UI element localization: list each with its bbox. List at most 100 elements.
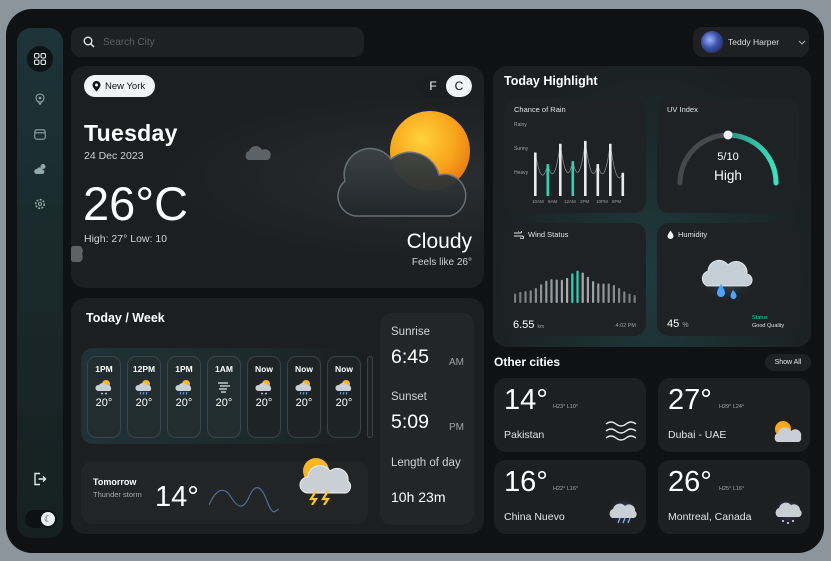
sidebar-item-calendar[interactable] [27,121,53,147]
rain-time-label: 12AM [564,199,576,204]
hour-card[interactable]: Now 20° [287,356,321,438]
water-drop-icon [667,230,674,239]
city-card-montreal[interactable]: 26° H25° L16° Montreal, Canada [658,460,810,534]
tomorrow-condition: Thunder storm [93,490,142,499]
hour-temp: 20° [175,397,193,409]
city-hilo: H23° L10° [553,404,579,410]
forecast-card: Today / Week 1PM 20° 12PM 20° 1PM 20° 1AM 20° No… [71,298,484,534]
hour-label: Now [335,364,353,374]
sidebar-item-weather[interactable] [27,156,53,182]
unit-fahrenheit[interactable]: F [420,75,446,97]
rain-bar [584,140,587,196]
hour-card-overflow[interactable] [367,356,373,438]
wind-bar [586,276,589,303]
sunset-ampm: PM [449,422,464,433]
humidity-status-label: Status [752,315,768,321]
city-card-dubai[interactable]: 27° H29° L24° Dubai - UAE [658,378,810,452]
uv-gauge-knob [723,130,733,140]
wind-bar [560,279,563,303]
city-name: Dubai - UAE [668,429,727,441]
user-menu[interactable]: Teddy Harper [693,27,809,57]
wind-status-header: Wind Status [514,230,568,239]
unit-toggle[interactable]: F C [420,75,472,97]
sunrise-ampm: AM [449,357,464,368]
current-date: 24 Dec 2023 [84,150,144,162]
city-name: Pakistan [504,429,545,441]
rain-bar [571,161,575,196]
hour-card[interactable]: Now 20° [247,356,281,438]
tomorrow-label: Tomorrow [93,477,137,487]
theme-toggle[interactable]: ☾ [25,510,57,528]
temperature-trend-line [209,487,279,513]
snow-cloud-icon [95,379,113,395]
rain-cloud-icon [135,379,153,395]
hour-card[interactable]: 1PM 20° [87,356,121,438]
day-name: Tuesday [84,120,178,146]
wind-bar [540,284,543,303]
city-hilo: H25° L16° [719,486,745,492]
sidebar-item-settings[interactable] [27,191,53,217]
location-icon [35,93,45,105]
location-chip[interactable]: New York [84,75,156,97]
current-temperature: 26°C [83,177,189,230]
small-cloud-icon [245,146,271,160]
hour-card[interactable]: 1AM 20° [207,356,241,438]
tomorrow-card[interactable]: Tomorrow Thunder storm 14° [81,458,368,524]
rain-time-label: 2PM [580,199,590,204]
hour-temp: 20° [135,397,153,409]
wind-unit: km [537,324,545,330]
hour-temp: 20° [255,397,273,409]
wind-bar [581,272,584,303]
wind-bar [633,294,636,303]
search-bar[interactable] [71,27,364,57]
wind-bar [607,283,610,303]
rain-bar [534,152,537,196]
city-temp: 16° [504,466,548,498]
logout-button[interactable] [27,466,53,492]
settings-icon [34,198,46,210]
daylength-value: 10h 23m [391,489,446,505]
rain-time-label: 10PM [596,199,608,204]
uv-level: High [714,168,742,183]
wind-bar [566,277,569,303]
forecast-title[interactable]: Today / Week [86,311,165,325]
city-name: China Nuevo [504,511,565,523]
hour-temp: 20° [95,397,113,409]
hour-card[interactable]: Now 20° [327,356,361,438]
moon-icon: ☾ [41,512,55,526]
uv-value: 5/10 [717,151,739,163]
show-all-button[interactable]: Show All [765,354,811,371]
rain-bar [621,172,625,196]
chevron-down-icon [798,40,806,45]
hour-card[interactable]: 1PM 20° [167,356,201,438]
wind-bar [519,291,522,303]
rain-bar [596,164,600,196]
wind-icon [216,379,232,395]
wind-bar [514,293,517,303]
hourly-strip: 1PM 20° 12PM 20° 1PM 20° 1AM 20° Now 20° Now 20° Now… [81,348,373,444]
city-card-china[interactable]: 16° H22° L16° China Nuevo [494,460,646,534]
wind-bar [571,273,574,303]
rain-time-label: 10AM [532,199,544,204]
app-window: ☾ Teddy Harper New York F C Tuesday 24 D… [6,9,824,553]
hour-card[interactable]: 12PM 20° [127,356,161,438]
snow-cloud-icon [772,496,804,526]
wind-bar [618,288,621,303]
feels-like: Feels like 26° [411,257,472,268]
rain-time-label: 8AM [548,199,558,204]
rain-time-label: 8PM [612,199,622,204]
unit-celsius[interactable]: C [446,75,472,97]
search-input[interactable] [103,36,323,48]
hour-temp: 20° [335,397,353,409]
hour-temp: 20° [215,397,233,409]
hour-label: Now [255,364,273,374]
rain-chart [534,140,625,196]
thunderstorm-icon [299,458,352,505]
city-card-pakistan[interactable]: 14° H23° L10° Pakistan [494,378,646,452]
sidebar-item-dashboard[interactable] [27,46,53,72]
city-name: Montreal, Canada [668,511,752,523]
wind-bar [545,280,548,303]
rain-bar [546,164,550,196]
sidebar-item-location[interactable] [27,86,53,112]
daylength-label: Length of day [391,457,461,469]
